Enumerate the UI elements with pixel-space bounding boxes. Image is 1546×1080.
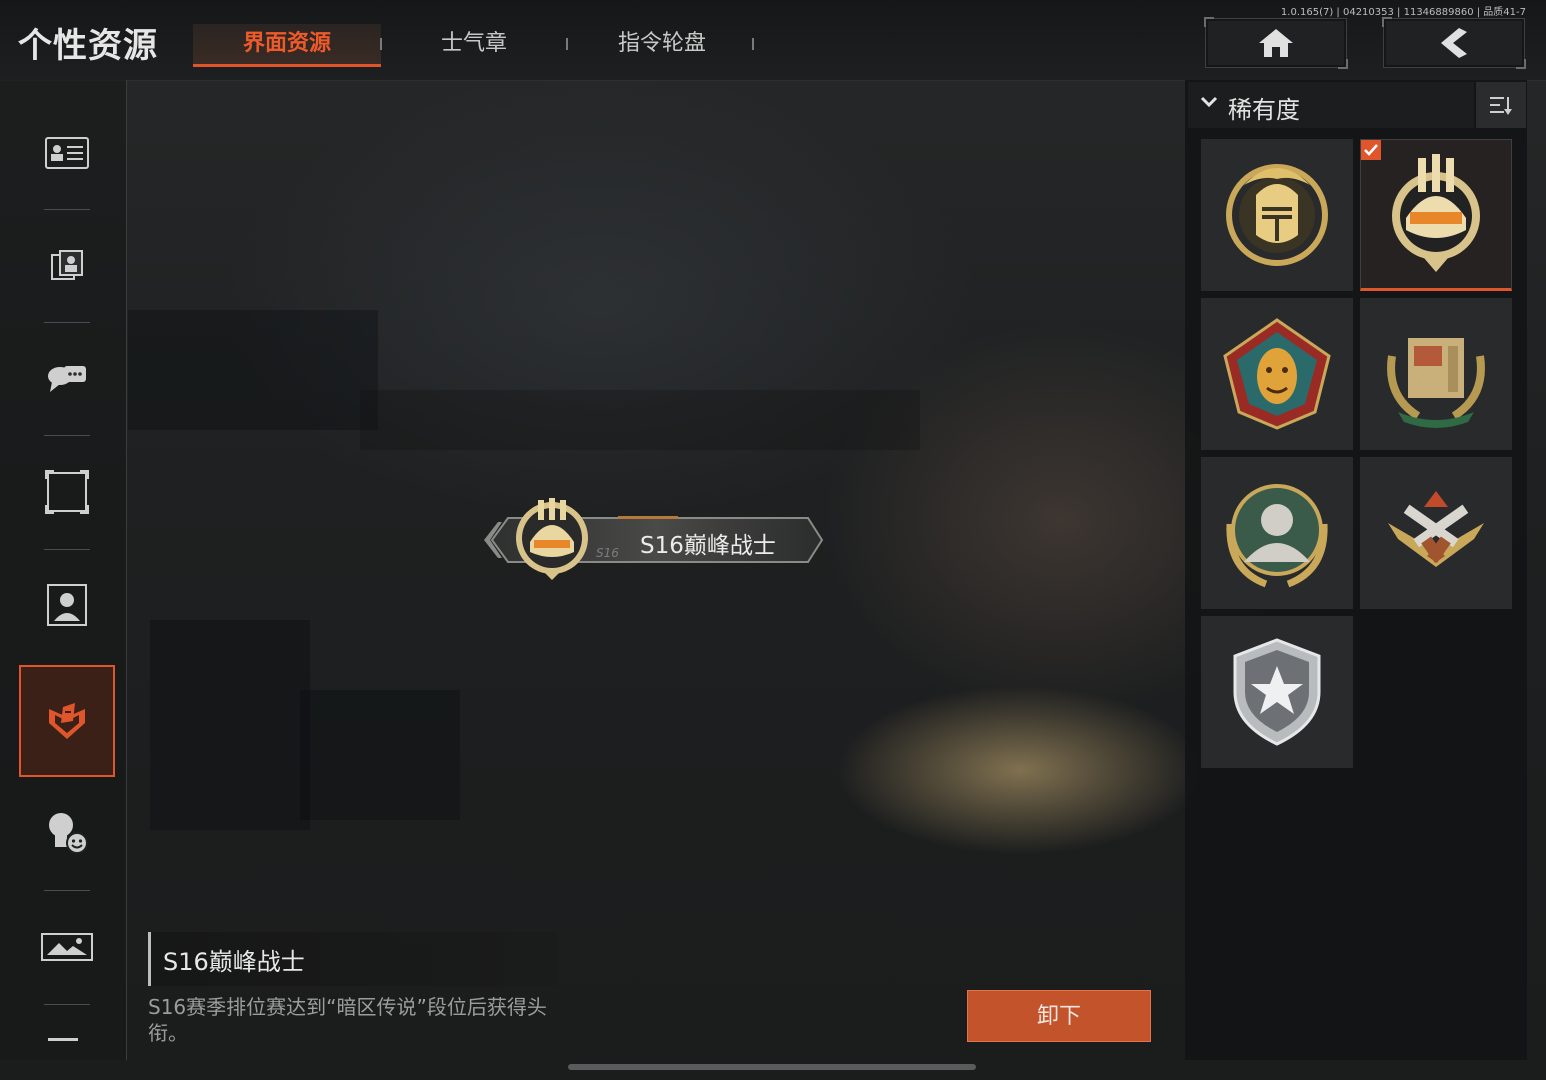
background-building [128,310,378,430]
title-plate-season: S16 [596,546,619,560]
back-button[interactable] [1382,17,1526,69]
description-text: S16赛季排位赛达到“暗区传说”段位后获得头衔。 [148,995,547,1045]
tab-interface-resources[interactable]: 界面资源 [193,24,381,67]
nav-item-gallery[interactable] [20,892,114,1002]
nav-separator [44,1004,90,1005]
version-text: 1.0.165(7) | 04210353 | 11346889860 | 品质… [1280,7,1526,18]
peak-warrior-helmet-badge-icon [1392,154,1480,272]
gallery-icon [41,933,93,961]
nav-more-indicator [48,1038,78,1041]
nav-item-id-card[interactable] [20,98,114,208]
description-title-box: S16巅峰战士 [148,932,558,986]
badge-card-soldier[interactable] [1201,457,1353,609]
chevron-down-icon [1200,96,1218,108]
star-shield-badge-icon [1233,638,1321,746]
nav-item-frame[interactable] [20,437,114,547]
home-button[interactable] [1204,17,1348,69]
badge-card-supply-crate[interactable] [1360,298,1512,450]
gold-knight-helmet-badge-icon [1226,164,1328,266]
jester-mask-badge-icon [1223,318,1331,430]
soldier-portrait-laurel-badge-icon [1226,484,1328,588]
description-title: S16巅峰战士 [163,948,305,976]
selected-check-icon [1361,140,1381,160]
background-wall [360,390,920,450]
photo-frames-icon [51,250,83,280]
nav-item-photo-frames[interactable] [20,210,114,320]
nav-item-chat[interactable] [20,323,114,433]
chat-bubbles-icon [48,366,86,392]
badge-card-gold-knight[interactable] [1201,139,1353,291]
emote-icon [49,813,88,854]
tab-command-wheel[interactable]: 指令轮盘 [568,24,756,64]
title-badge-icon [49,703,85,739]
badge-card-peak-warrior[interactable] [1360,139,1512,291]
sort-button[interactable] [1476,82,1526,128]
peak-warrior-helmet-icon [516,498,588,580]
tab-separator [752,38,754,50]
rarity-filter-label: 稀有度 [1228,96,1300,124]
home-indicator-bar [568,1064,976,1070]
title-plate-text: S16巅峰战士 [640,533,776,559]
nav-item-emote[interactable] [20,778,114,888]
background-box [150,620,310,830]
badge-card-jester[interactable] [1201,298,1353,450]
frame-icon [45,470,89,514]
portrait-icon [47,584,87,626]
nav-separator [44,890,90,891]
nav-separator [44,435,90,436]
crossed-pistols-badge-icon [1388,491,1484,567]
badge-card-crossed-pistols[interactable] [1360,457,1512,609]
top-bar: 个性资源 界面资源 士气章 指令轮盘 1.0.165(7) | 04210353… [0,0,1546,81]
tab-morale-badge[interactable]: 士气章 [380,24,568,64]
home-icon [1259,29,1293,57]
supply-crate-laurel-badge-icon [1387,338,1485,428]
nav-item-title-badge[interactable] [19,665,115,777]
background-crate [300,690,460,820]
unequip-button[interactable]: 卸下 [967,990,1151,1042]
back-arrow-icon [1441,28,1467,58]
page-title: 个性资源 [18,26,158,66]
nav-item-portrait[interactable] [20,550,114,660]
badge-card-star-shield[interactable] [1201,616,1353,768]
id-card-icon [45,137,89,169]
sort-icon [1490,97,1512,115]
